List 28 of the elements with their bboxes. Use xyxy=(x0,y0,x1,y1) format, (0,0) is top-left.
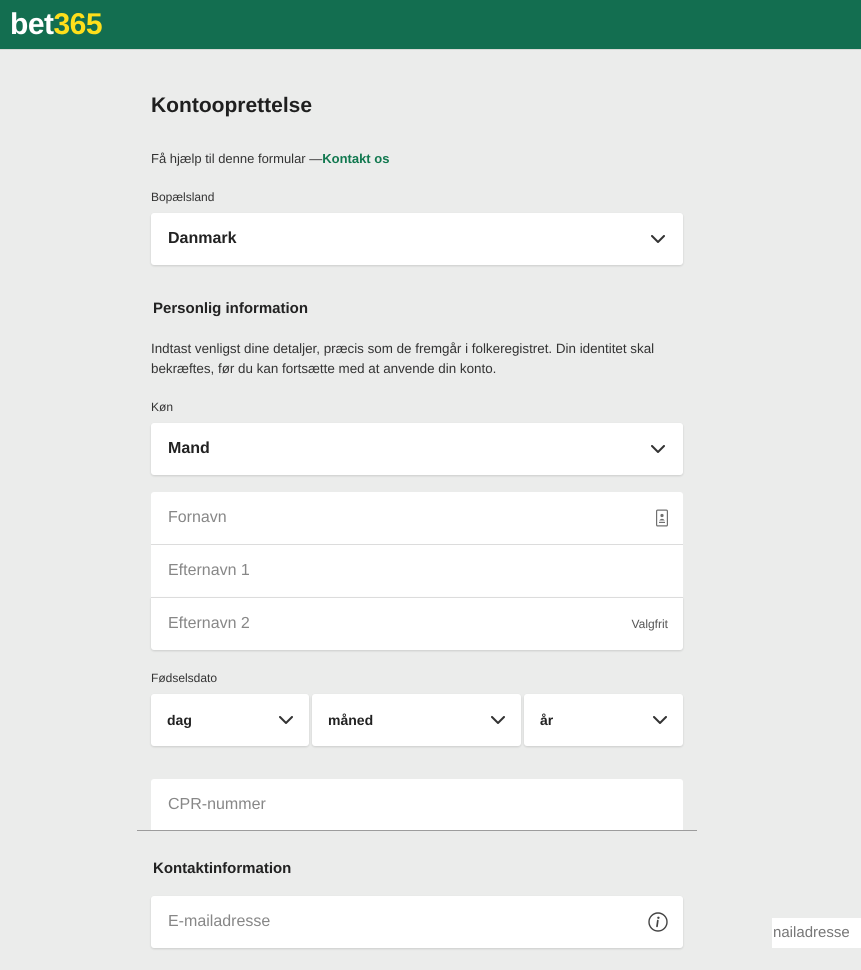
input-field[interactable]: E-mailadresse xyxy=(151,896,683,948)
logo[interactable]: bet365 xyxy=(10,10,102,40)
text-field-fragment: nailadresse xyxy=(772,918,861,948)
optional-note: Valgfrit xyxy=(632,616,668,630)
field-label: Køn xyxy=(151,399,174,415)
input-field[interactable]: CPR-nummer xyxy=(151,779,683,830)
chevron-down-icon xyxy=(651,235,665,243)
year-dropdown[interactable]: år xyxy=(524,694,683,746)
input-field[interactable]: Fornavn xyxy=(151,492,683,544)
help-text: Få hjælp til denne formular —Kontakt os xyxy=(151,150,390,168)
input-field[interactable]: Efternavn 1 xyxy=(151,544,683,597)
field-label: Bopælsland xyxy=(151,189,216,205)
chevron-down-icon xyxy=(279,716,293,724)
section-heading: Kontaktinformation xyxy=(152,859,292,879)
description-text: Indtast venligst dine detaljer, præcis som de fremgår i folkeregistret. Din identitet skal bekræftes, før du kan fortsætte med at anvende din konto. xyxy=(151,340,656,378)
contact-link[interactable]: Kontakt os xyxy=(322,151,390,166)
info-icon[interactable] xyxy=(648,912,668,932)
country-dropdown[interactable]: Danmark xyxy=(151,213,683,265)
chevron-down-icon xyxy=(653,716,667,724)
day-dropdown[interactable]: dag xyxy=(151,694,309,746)
field-label: Fødselsdato xyxy=(151,670,218,686)
person-card-icon[interactable] xyxy=(656,510,668,526)
chevron-down-icon xyxy=(651,445,665,453)
gender-dropdown[interactable]: Mand xyxy=(151,423,683,475)
page-title: Kontooprettelse xyxy=(151,93,314,119)
chevron-down-icon xyxy=(491,716,505,724)
month-dropdown[interactable]: måned xyxy=(312,694,521,746)
section-heading: Personlig information xyxy=(152,299,310,319)
